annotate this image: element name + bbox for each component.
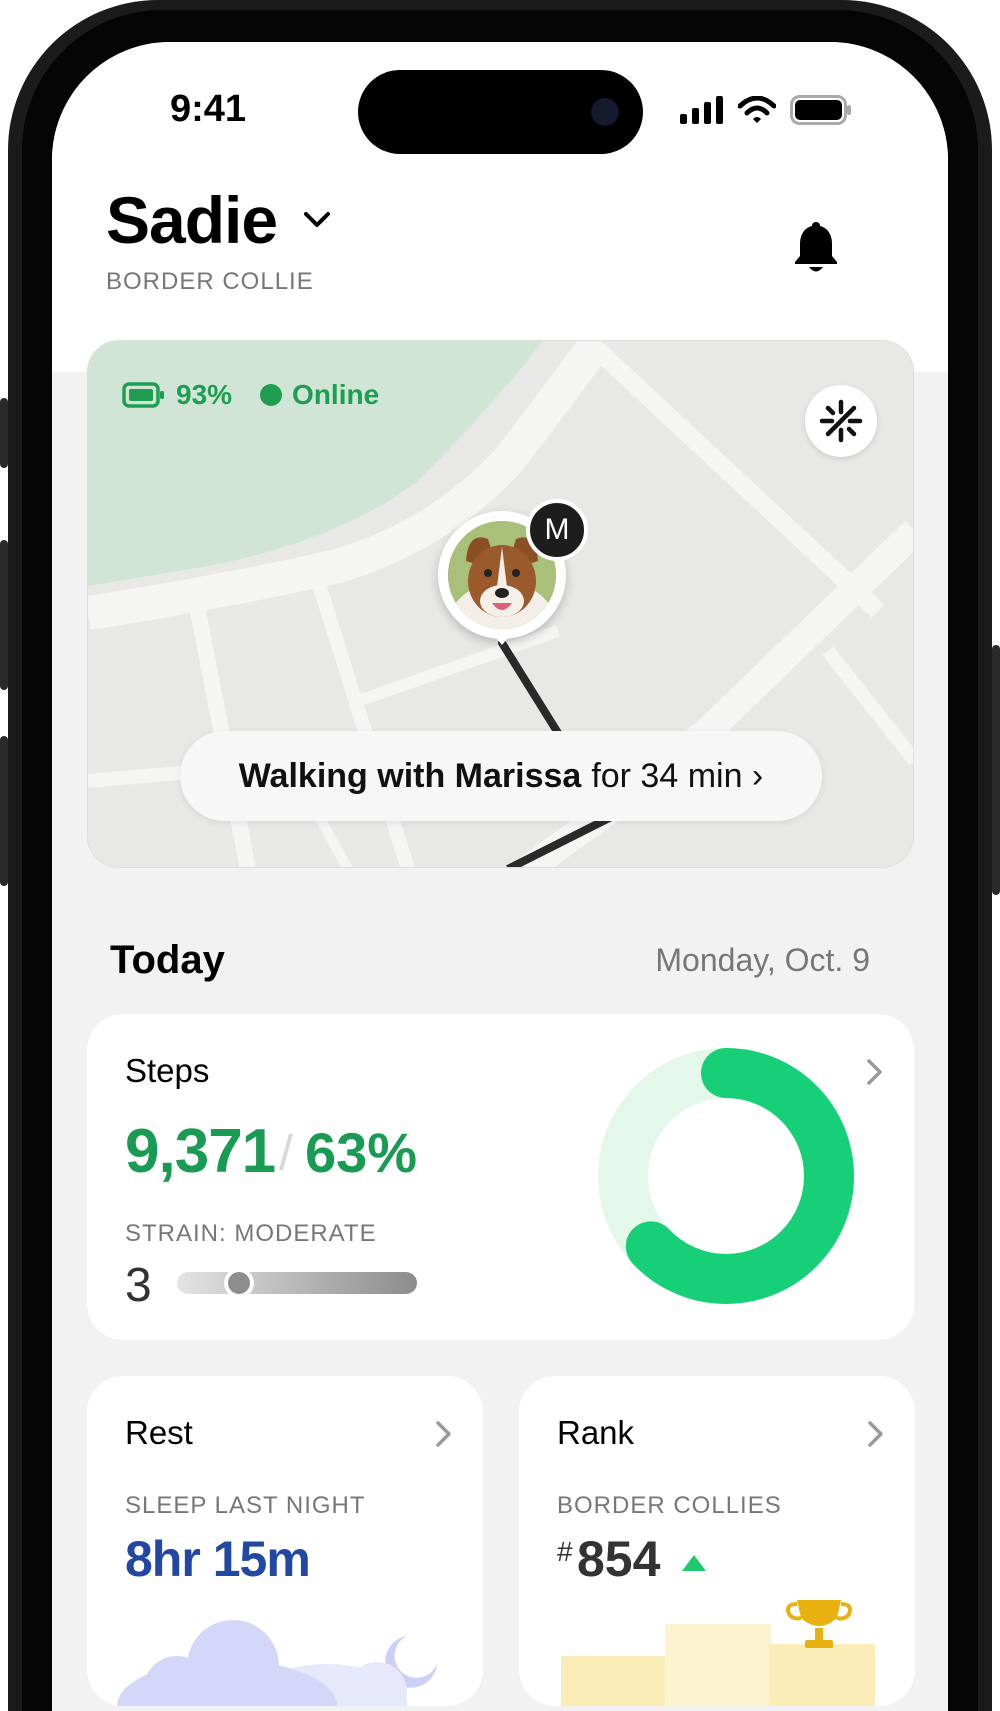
rank-card[interactable]: Rank BORDER COLLIES # 854 <box>519 1376 915 1706</box>
bell-icon[interactable] <box>794 220 838 274</box>
walk-status-pill[interactable]: Walking with Marissa for 34 min › <box>180 731 822 821</box>
rest-card[interactable]: Rest SLEEP LAST NIGHT 8hr 15m <box>87 1376 483 1706</box>
rank-hash: # <box>557 1536 573 1567</box>
rest-title: Rest <box>125 1414 193 1451</box>
pin-pointer-icon <box>492 633 512 645</box>
battery-icon <box>122 382 164 408</box>
online-dot <box>260 384 283 406</box>
walk-duration: for 34 min › <box>591 756 764 795</box>
chevron-right-icon <box>436 1421 451 1447</box>
steps-progress-ring <box>598 1048 854 1304</box>
trophy-icon <box>561 1600 875 1706</box>
chevron-right-icon <box>868 1421 883 1447</box>
sleep-duration: 8hr 15m <box>125 1531 311 1587</box>
strain-knob <box>224 1268 255 1298</box>
steps-separator: / <box>279 1125 293 1181</box>
rest-sub-label: SLEEP LAST NIGHT <box>125 1492 366 1519</box>
battery-percent: 93% <box>176 379 233 410</box>
live-map[interactable]: 93% Online M Walking with Marissa for 34… <box>87 340 914 868</box>
pet-breed: BORDER COLLIE <box>106 268 314 295</box>
app-screen: 9:41 Sadie BORDER COLLIE 93% Online M Wa… <box>52 42 948 1711</box>
rank-up-arrow-icon <box>682 1555 706 1571</box>
chevron-down-icon[interactable] <box>302 210 332 230</box>
camera-icon <box>591 98 619 126</box>
section-title-today: Today <box>110 938 225 982</box>
steps-title: Steps <box>125 1052 210 1089</box>
steps-percent: 63% <box>305 1121 418 1184</box>
side-button-left-3 <box>0 736 8 886</box>
pet-name[interactable]: Sadie <box>106 182 278 258</box>
chevron-right-icon <box>867 1059 882 1085</box>
recenter-button[interactable] <box>805 385 877 457</box>
dynamic-island <box>358 70 643 154</box>
rank-title: Rank <box>557 1414 635 1451</box>
cloud-icon <box>117 1620 437 1706</box>
strain-label: STRAIN: MODERATE <box>125 1220 377 1247</box>
signal-icon <box>680 96 723 124</box>
side-button-left-1 <box>0 398 8 468</box>
today-date: Monday, Oct. 9 <box>655 942 870 978</box>
device-status: 93% Online <box>122 379 379 411</box>
side-button-left-2 <box>0 540 8 690</box>
status-time: 9:41 <box>170 88 247 130</box>
connection-status: Online <box>292 379 380 410</box>
wifi-icon <box>738 96 776 123</box>
recenter-icon <box>819 399 863 443</box>
steps-count: 9,371 <box>125 1117 276 1186</box>
status-icons <box>680 94 852 126</box>
rank-value: 854 <box>577 1531 661 1587</box>
battery-status-icon <box>790 95 851 125</box>
rank-sub-label: BORDER COLLIES <box>557 1492 782 1519</box>
walker-avatar[interactable]: M <box>526 499 588 561</box>
steps-card[interactable]: Steps 9,371 / 63% STRAIN: MODERATE 3 <box>87 1014 914 1340</box>
strain-value: 3 <box>125 1259 152 1312</box>
side-button-right <box>992 645 1000 895</box>
strain-bar <box>177 1268 417 1298</box>
walk-person: Walking with Marissa <box>238 756 582 795</box>
